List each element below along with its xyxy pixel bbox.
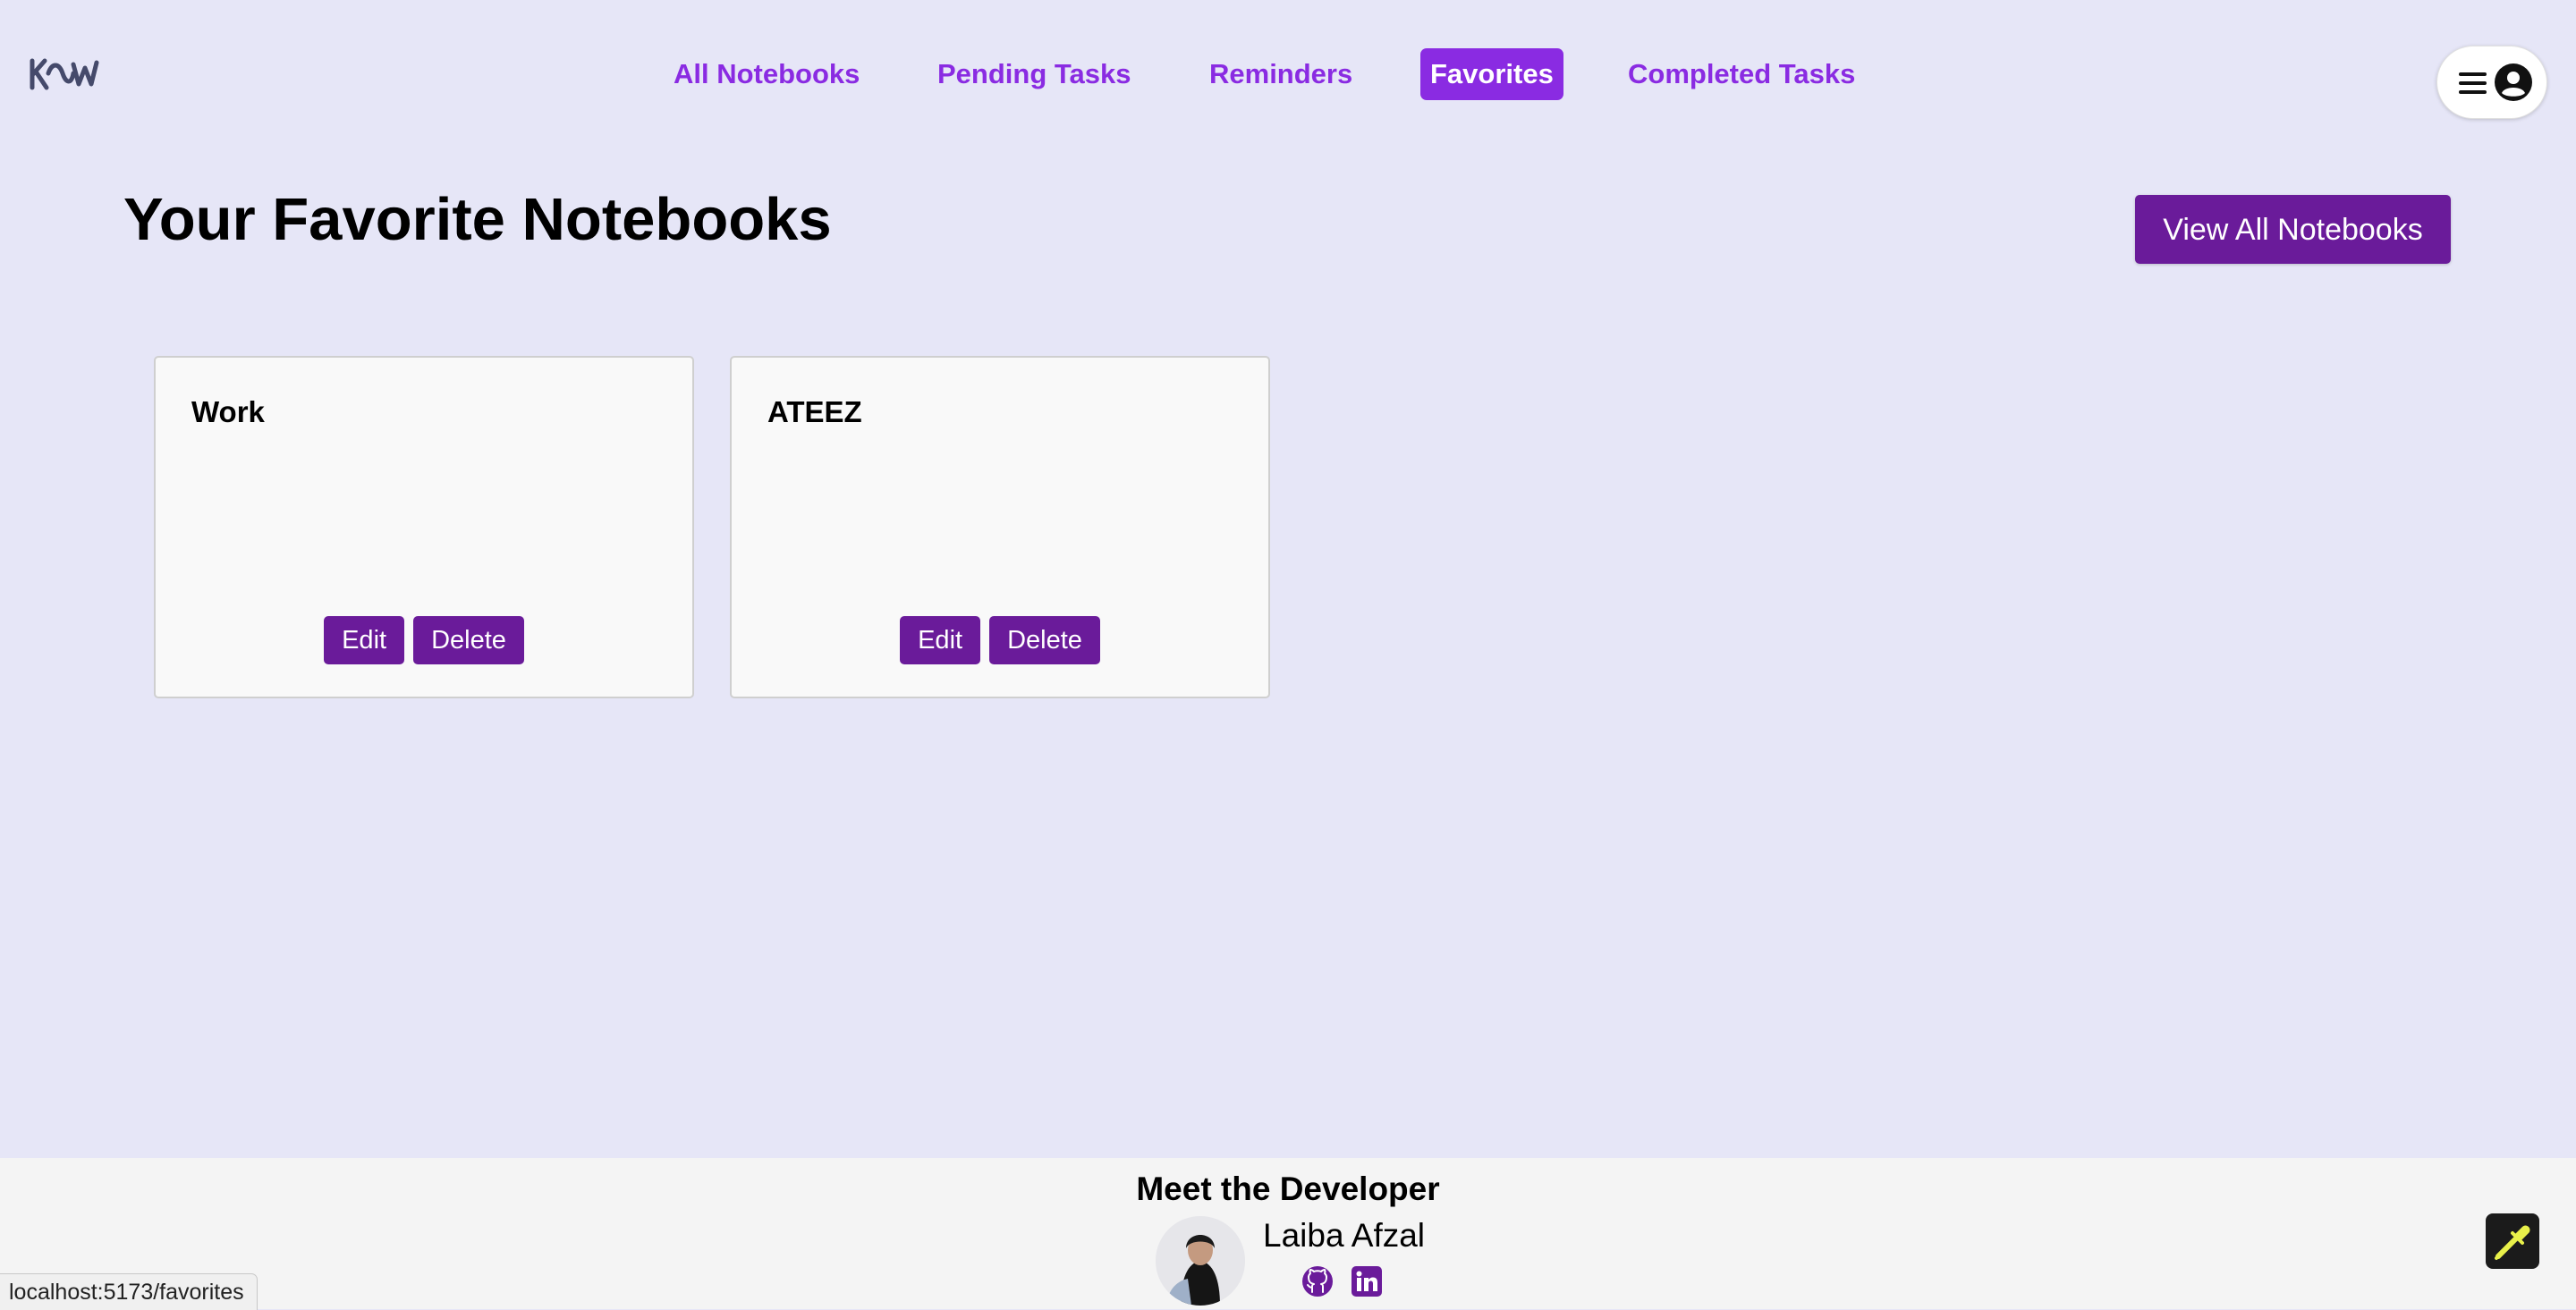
nav-completed-tasks[interactable]: Completed Tasks (1628, 48, 1855, 100)
edit-button[interactable]: Edit (324, 616, 405, 664)
notebook-card[interactable]: Work Edit Delete (154, 356, 694, 698)
linkedin-icon[interactable] (1351, 1265, 1383, 1297)
footer: Meet the Developer Laiba Afzal (0, 1158, 2576, 1309)
color-picker-button[interactable] (2486, 1213, 2539, 1269)
notebook-card[interactable]: ATEEZ Edit Delete (730, 356, 1270, 698)
notebook-title: ATEEZ (767, 395, 862, 428)
card-actions: Edit Delete (156, 616, 692, 664)
user-menu-button[interactable] (2436, 46, 2547, 119)
nav-all-notebooks[interactable]: All Notebooks (674, 48, 860, 100)
hamburger-icon (2459, 72, 2487, 94)
nav-reminders[interactable]: Reminders (1209, 48, 1352, 100)
nav-pending-tasks[interactable]: Pending Tasks (937, 48, 1131, 100)
notebook-title: Work (191, 395, 265, 428)
status-bar-url: localhost:5173/favorites (0, 1273, 258, 1310)
eyedropper-icon (2495, 1225, 2530, 1260)
developer-avatar (1156, 1216, 1245, 1306)
github-icon[interactable] (1301, 1265, 1334, 1297)
avatar-portrait-icon (1156, 1216, 1245, 1306)
page-title: Your Favorite Notebooks (123, 186, 832, 253)
developer-name: Laiba Afzal (1263, 1217, 1426, 1254)
view-all-notebooks-button[interactable]: View All Notebooks (2135, 195, 2451, 264)
nav-favorites[interactable]: Favorites (1420, 48, 1563, 100)
account-icon (2495, 63, 2532, 101)
footer-heading: Meet the Developer (1136, 1171, 1440, 1207)
card-actions: Edit Delete (732, 616, 1268, 664)
delete-button[interactable]: Delete (413, 616, 524, 664)
edit-button[interactable]: Edit (900, 616, 981, 664)
top-nav: All Notebooks Pending Tasks Reminders Fa… (0, 48, 2576, 100)
delete-button[interactable]: Delete (989, 616, 1100, 664)
